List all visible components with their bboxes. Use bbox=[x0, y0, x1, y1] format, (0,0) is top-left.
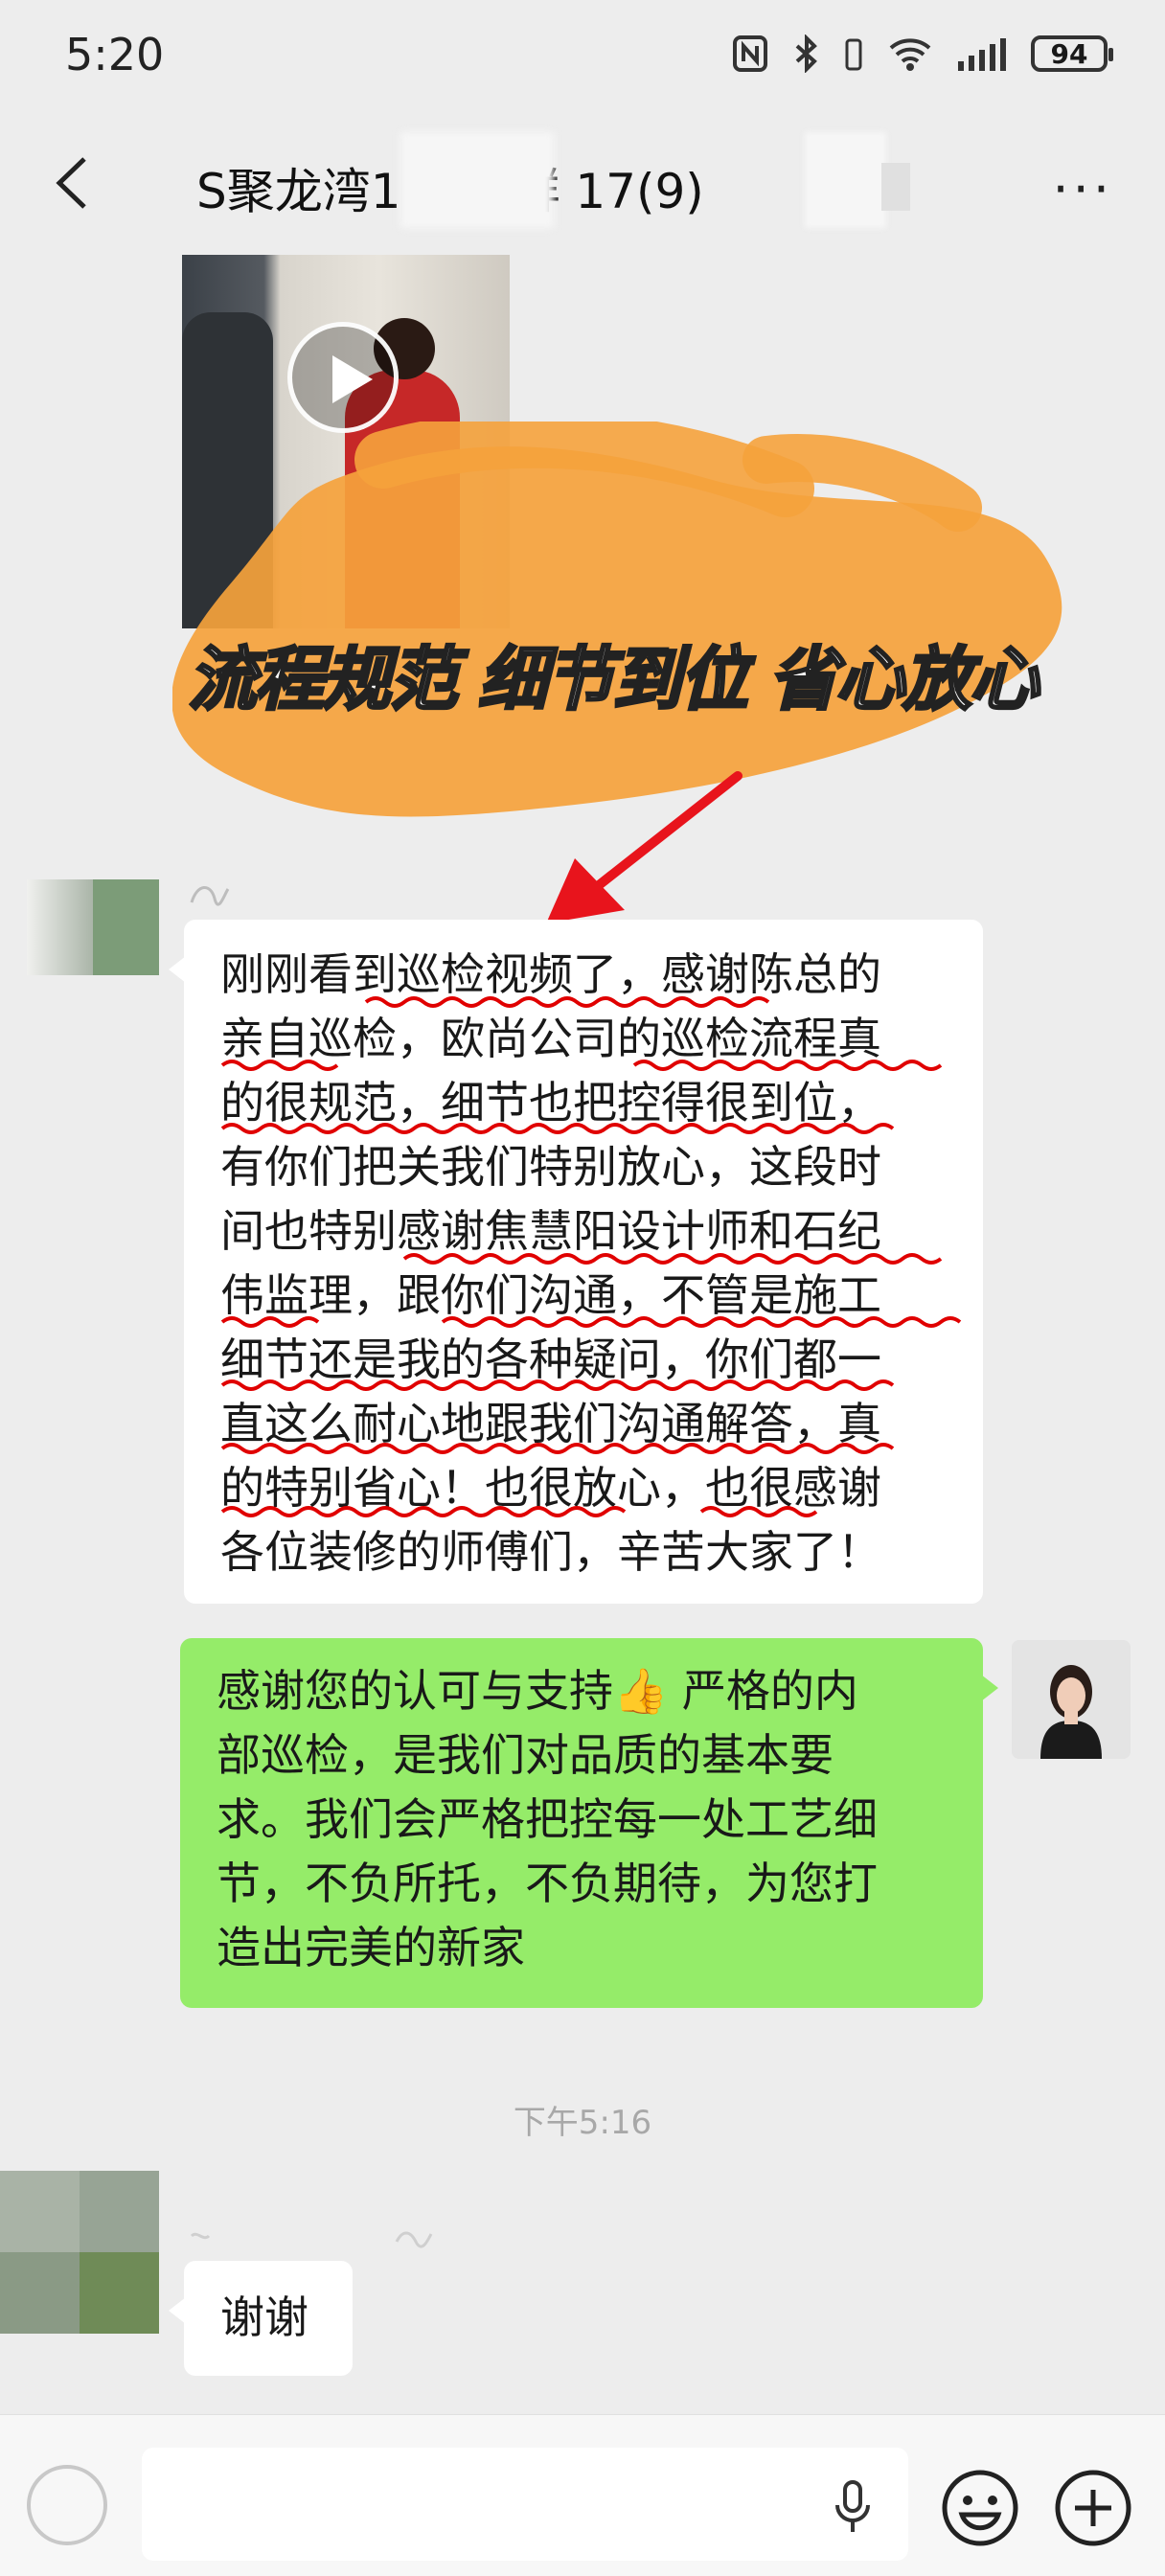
avatar[interactable] bbox=[1012, 1640, 1131, 1759]
message-line: 部巡检，是我们对品质的基本要 bbox=[217, 1729, 834, 1781]
status-bar: 5:20 94 bbox=[0, 0, 1165, 115]
avatar[interactable] bbox=[0, 2171, 159, 2334]
battery-saver-icon bbox=[845, 38, 862, 71]
sender-name bbox=[188, 2217, 475, 2255]
chat-header: S聚龙湾1 施工群 17(9) ··· bbox=[0, 125, 1165, 249]
wifi-icon bbox=[889, 38, 931, 71]
status-time: 5:20 bbox=[65, 29, 165, 80]
status-icons: 94 bbox=[732, 34, 1113, 73]
redaction-blur bbox=[805, 132, 886, 228]
message-line: 造出完美的新家 bbox=[217, 1922, 525, 1973]
message-timestamp: 下午5:16 bbox=[513, 2104, 652, 2142]
redaction-blur bbox=[400, 132, 554, 228]
avatar-portrait bbox=[1012, 1640, 1131, 1759]
bluetooth-icon bbox=[795, 34, 817, 73]
emoji-icon[interactable] bbox=[941, 2469, 1019, 2547]
nfc-icon bbox=[733, 35, 767, 72]
signal-icon bbox=[958, 36, 1006, 71]
input-bar bbox=[0, 2414, 1165, 2576]
red-underline-annotation bbox=[220, 996, 962, 1517]
sender-name bbox=[188, 874, 475, 912]
message-line: 节，不负所托，不负期待，为您打 bbox=[217, 1858, 878, 1909]
message-text: 谢谢 bbox=[220, 2291, 308, 2343]
chevron-left-icon[interactable] bbox=[42, 149, 109, 217]
message-bubble[interactable]: 刚刚看到巡检视频了，感谢陈总的 亲自巡检，欧尚公司的巡检流程真 的很规范，细节也… bbox=[169, 920, 983, 1604]
message-bubble[interactable]: 谢谢 bbox=[169, 2261, 353, 2376]
avatar[interactable] bbox=[27, 879, 159, 975]
red-arrow-annotation bbox=[546, 771, 742, 923]
message-bubble[interactable]: 感谢您的认可与支持👍 严格的内 部巡检，是我们对品质的基本要 求。我们会严格把控… bbox=[180, 1638, 998, 2008]
plus-icon[interactable] bbox=[1054, 2469, 1132, 2547]
message-input[interactable] bbox=[142, 2448, 908, 2561]
redaction-blur bbox=[881, 163, 910, 211]
message-line: 求。我们会严格把控每一处工艺细 bbox=[217, 1793, 878, 1845]
microphone-icon[interactable] bbox=[834, 2478, 872, 2536]
ellipsis-icon[interactable]: ··· bbox=[1053, 159, 1114, 219]
video-caption: 流程规范 细节到位 省心放心 bbox=[186, 638, 1039, 721]
voice-toggle-icon[interactable] bbox=[27, 2465, 107, 2545]
message-line: 感谢您的认可与支持👍 严格的内 bbox=[217, 1665, 858, 1717]
battery-icon: 94 bbox=[1031, 35, 1113, 72]
play-icon[interactable] bbox=[287, 322, 399, 433]
